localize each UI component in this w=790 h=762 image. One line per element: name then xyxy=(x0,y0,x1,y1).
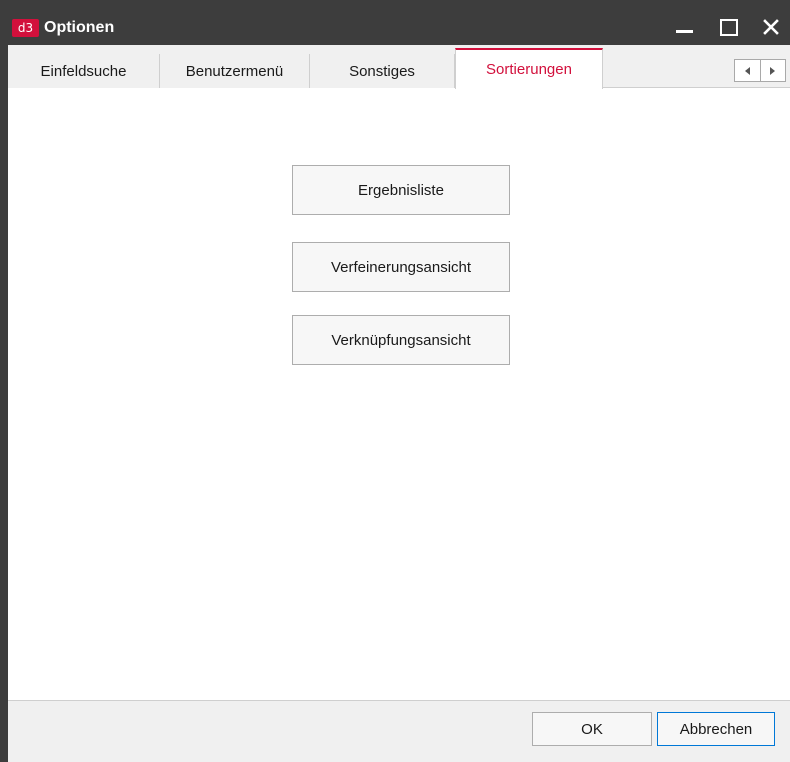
window-title: Optionen xyxy=(44,19,115,36)
title-bar[interactable]: d3 Optionen xyxy=(0,0,790,45)
maximize-icon xyxy=(720,18,738,36)
dialog-footer: OK Abbrechen xyxy=(8,700,790,762)
window-frame-left xyxy=(0,0,8,762)
tab-label: Einfeldsuche xyxy=(40,62,127,80)
tab-label: Sonstiges xyxy=(349,62,415,80)
minimize-button[interactable] xyxy=(667,12,701,42)
ergebnisliste-button[interactable]: Ergebnisliste xyxy=(292,165,510,215)
arrow-right-icon xyxy=(770,66,776,75)
tab-scroll-right-button[interactable] xyxy=(759,60,786,81)
tab-bar: Einfeldsuche Benutzermenü Sonstiges Sort… xyxy=(8,45,790,89)
tab-label: Benutzermenü xyxy=(185,62,284,80)
verfeinerungsansicht-button[interactable]: Verfeinerungsansicht xyxy=(292,242,510,292)
tab-sonstiges[interactable]: Sonstiges xyxy=(310,54,455,88)
d3-logo-icon: d3 xyxy=(12,19,39,37)
arrow-left-icon xyxy=(744,66,750,75)
close-icon xyxy=(763,19,779,35)
tab-einfeldsuche[interactable]: Einfeldsuche xyxy=(8,54,160,88)
maximize-button[interactable] xyxy=(712,12,746,42)
tab-scroll-control xyxy=(734,59,786,82)
tab-scroll-left-button[interactable] xyxy=(735,60,760,81)
ok-button[interactable]: OK xyxy=(532,712,652,746)
close-button[interactable] xyxy=(754,12,788,42)
tab-content-sortierungen: Ergebnisliste Verfeinerungsansicht Verkn… xyxy=(8,88,790,700)
cancel-button[interactable]: Abbrechen xyxy=(657,712,775,746)
minimize-icon xyxy=(675,29,693,33)
tab-benutzermenue[interactable]: Benutzermenü xyxy=(160,54,310,88)
tab-sortierungen[interactable]: Sortierungen xyxy=(455,48,603,89)
options-dialog: d3 Optionen Einfeldsuche Benutzermenü So… xyxy=(0,0,790,762)
verknuepfungsansicht-button[interactable]: Verknüpfungsansicht xyxy=(292,315,510,365)
tab-label: Sortierungen xyxy=(486,61,572,78)
